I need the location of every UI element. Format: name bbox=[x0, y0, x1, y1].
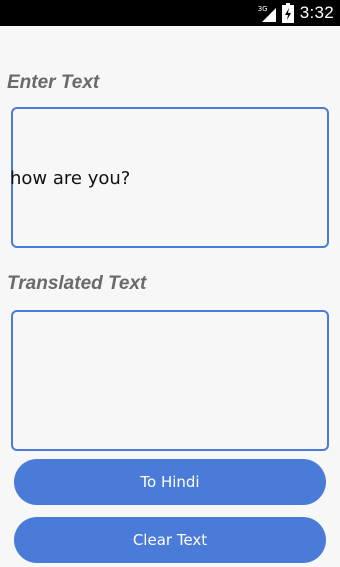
status-clock: 3:32 bbox=[299, 3, 334, 22]
battery-charging-icon bbox=[281, 3, 294, 23]
translated-text-area[interactable] bbox=[11, 310, 329, 451]
signal-indicator: 3G bbox=[257, 4, 276, 22]
input-text-area[interactable]: how are you? bbox=[10, 107, 329, 248]
input-text-value: how are you? bbox=[10, 168, 131, 189]
enter-text-label: Enter Text bbox=[7, 72, 100, 93]
clear-text-button[interactable]: Clear Text bbox=[14, 517, 326, 563]
network-type-label: 3G bbox=[257, 5, 268, 13]
status-icons: 3G 3:32 bbox=[257, 0, 334, 26]
to-hindi-button[interactable]: To Hindi bbox=[14, 459, 326, 505]
translated-text-label: Translated Text bbox=[7, 273, 147, 294]
status-bar: 3G 3:32 bbox=[0, 0, 340, 26]
